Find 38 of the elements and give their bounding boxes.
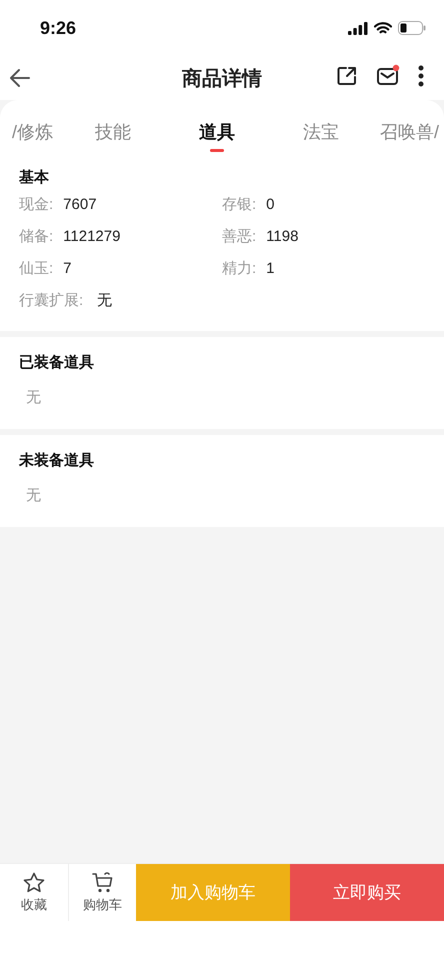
field-label: 精力:: [222, 259, 256, 279]
wifi-icon: [374, 22, 392, 34]
section-title: 基本: [19, 168, 50, 187]
battery-icon: [398, 21, 426, 35]
field-value: 无: [97, 291, 112, 311]
mail-icon[interactable]: [376, 64, 400, 88]
field-label: 存银:: [222, 195, 256, 215]
signal-icon: [348, 22, 368, 34]
share-icon[interactable]: [336, 65, 358, 87]
field-value: 7: [63, 259, 72, 279]
empty-text: 无: [25, 388, 42, 407]
star-icon: [22, 871, 46, 895]
tab[interactable]: /修炼: [0, 100, 61, 160]
tab[interactable]: 道具: [165, 100, 269, 160]
field-label: 行囊扩展:: [19, 291, 84, 311]
field-value: 1198: [266, 227, 298, 247]
tab[interactable]: 技能: [61, 100, 165, 160]
empty-text: 无: [25, 486, 42, 505]
buy-now-button[interactable]: 立即购买: [290, 864, 444, 921]
field-value: 1121279: [63, 227, 120, 247]
field-value: 1: [266, 259, 275, 279]
field-label: 储备:: [19, 227, 54, 247]
back-arrow-icon[interactable]: [8, 66, 32, 90]
tab[interactable]: 召唤兽/: [373, 100, 444, 160]
section-title: 未装备道具: [19, 451, 95, 470]
tab[interactable]: 法宝: [269, 100, 373, 160]
field-label: 现金:: [19, 195, 54, 215]
page-title: 商品详情: [182, 66, 262, 92]
field-value: 0: [266, 195, 275, 215]
section-title: 已装备道具: [19, 353, 95, 372]
status-time: 9:26: [40, 18, 76, 38]
add-to-cart-button[interactable]: 加入购物车: [136, 864, 290, 921]
field-label: 仙玉:: [19, 259, 54, 279]
more-icon[interactable]: [418, 65, 424, 87]
field-value: 7607: [63, 195, 97, 215]
cart-icon: [90, 871, 114, 895]
active-tab-indicator: [210, 149, 224, 152]
field-label: 善恶:: [222, 227, 256, 247]
